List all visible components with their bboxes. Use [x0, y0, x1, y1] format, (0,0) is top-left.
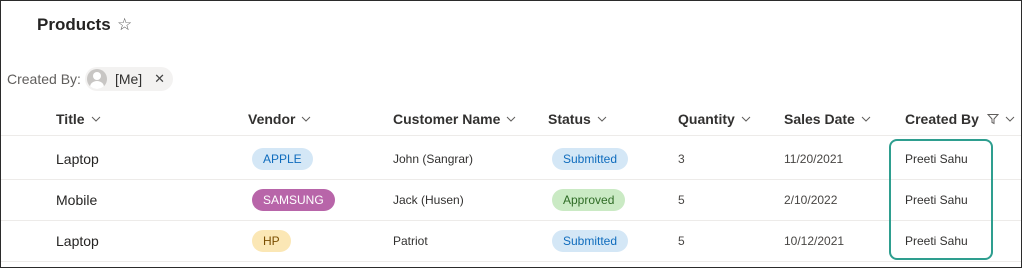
cell-created-by[interactable]: Preeti Sahu: [905, 221, 968, 261]
column-header-sales-date[interactable]: Sales Date: [784, 111, 871, 127]
cell-customer-name: Patriot: [393, 234, 428, 248]
column-header-label: Status: [548, 111, 591, 127]
table-row[interactable]: Mobile SAMSUNG Jack (Husen) Approved 5 2…: [1, 180, 1021, 221]
cell-status: Submitted: [552, 221, 629, 261]
chevron-down-icon: [91, 116, 100, 122]
page-title: Products: [37, 15, 111, 34]
cell-created-by[interactable]: Preeti Sahu: [905, 180, 968, 220]
table-row[interactable]: Laptop APPLE John (Sangrar) Submitted 3 …: [1, 139, 1021, 180]
cell-quantity: 5: [678, 193, 685, 207]
column-header-quantity[interactable]: Quantity: [678, 111, 751, 127]
cell-quantity: 3: [678, 152, 685, 166]
cell-title[interactable]: Laptop: [56, 139, 99, 179]
user-avatar-icon: [86, 69, 107, 89]
column-header-label: Vendor: [248, 111, 296, 127]
cell-customer-name: Jack (Husen): [393, 193, 464, 207]
filter-bar: Created By: [Me] ✕: [7, 67, 174, 91]
column-header-label: Sales Date: [784, 111, 855, 127]
chevron-down-icon: [597, 116, 607, 122]
filter-label: Created By:: [7, 71, 81, 87]
cell-status: Approved: [552, 180, 626, 220]
close-icon[interactable]: ✕: [154, 71, 165, 87]
vendor-tag: HP: [252, 230, 291, 252]
vendor-tag: SAMSUNG: [252, 189, 335, 211]
list-view: Products ☆ Created By: [Me] ✕ Title Vend…: [0, 0, 1022, 268]
filter-value: [Me]: [114, 71, 143, 87]
filter-pill[interactable]: [Me] ✕: [84, 67, 174, 91]
vendor-tag: APPLE: [252, 148, 313, 170]
cell-vendor: SAMSUNG: [252, 180, 335, 220]
cell-title[interactable]: Mobile: [56, 180, 97, 220]
status-badge: Submitted: [552, 230, 629, 252]
chevron-down-icon: [507, 116, 516, 122]
column-header-label: Quantity: [678, 111, 735, 127]
cell-vendor: APPLE: [252, 139, 313, 179]
cell-created-by[interactable]: Preeti Sahu: [905, 139, 968, 179]
status-badge: Approved: [552, 189, 626, 211]
cell-title[interactable]: Laptop: [56, 221, 99, 261]
cell-customer-name: John (Sangrar): [393, 152, 474, 166]
cell-vendor: HP: [252, 221, 291, 261]
filter-icon[interactable]: [986, 113, 999, 125]
column-header-title[interactable]: Title: [56, 111, 101, 127]
column-header-label: Customer Name: [393, 111, 501, 127]
chevron-down-icon: [1005, 116, 1015, 122]
cell-status: Submitted: [552, 139, 629, 179]
status-badge: Submitted: [552, 148, 629, 170]
column-header-customer-name[interactable]: Customer Name: [393, 111, 516, 127]
column-header-label: Created By: [905, 111, 979, 127]
column-header-status[interactable]: Status: [548, 111, 607, 127]
column-header-created-by[interactable]: Created By: [905, 111, 1015, 127]
cell-sales-date: 2/10/2022: [784, 193, 838, 207]
column-header-vendor[interactable]: Vendor: [248, 111, 311, 127]
cell-quantity: 5: [678, 234, 685, 248]
chevron-down-icon: [302, 116, 311, 122]
chevron-down-icon: [741, 116, 751, 122]
column-header-label: Title: [56, 111, 85, 127]
chevron-down-icon: [861, 116, 871, 122]
cell-sales-date: 10/12/2021: [784, 234, 845, 248]
table-row[interactable]: Laptop HP Patriot Submitted 5 10/12/2021…: [1, 221, 1021, 262]
cell-sales-date: 11/20/2021: [784, 152, 844, 166]
star-icon[interactable]: ☆: [117, 15, 132, 35]
table-header: Title Vendor Customer Name Status Quanti…: [1, 105, 1021, 136]
